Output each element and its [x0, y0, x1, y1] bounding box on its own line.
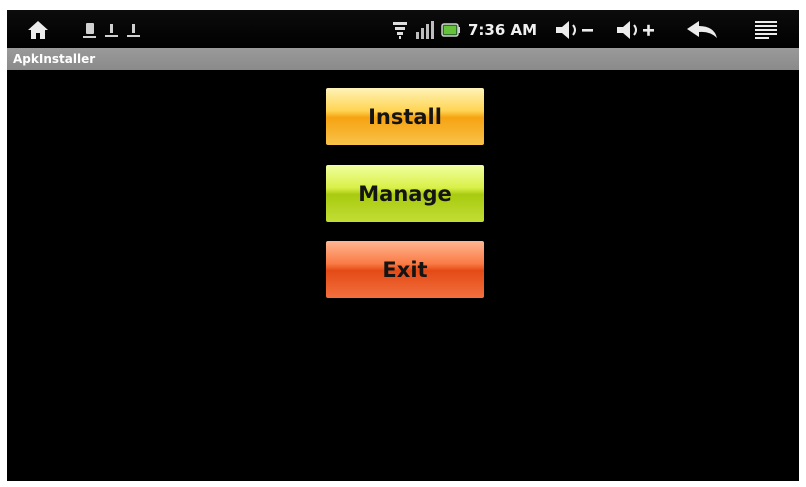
install-button[interactable]: Install — [326, 88, 484, 145]
status-bar: 7:36 AM — [7, 10, 799, 48]
manage-button[interactable]: Manage — [326, 165, 484, 222]
volume-up-icon[interactable] — [613, 18, 659, 42]
signal-icon — [415, 20, 435, 40]
download-icon — [127, 23, 140, 37]
volume-down-icon[interactable] — [552, 18, 598, 42]
device-screen: 7:36 AM ApkInstaller Install Manage Exit — [7, 10, 799, 481]
download-icon — [105, 23, 118, 37]
menu-icon[interactable] — [752, 18, 780, 42]
back-icon[interactable] — [682, 18, 722, 42]
app-title-bar: ApkInstaller — [7, 48, 799, 70]
app-title: ApkInstaller — [13, 52, 96, 66]
sd-card-icon — [83, 22, 96, 38]
battery-icon — [441, 22, 461, 38]
status-clock: 7:36 AM — [468, 21, 538, 39]
home-icon[interactable] — [25, 18, 51, 42]
exit-button[interactable]: Exit — [326, 241, 484, 298]
notification-icons — [83, 20, 173, 40]
wifi-icon — [392, 20, 408, 40]
